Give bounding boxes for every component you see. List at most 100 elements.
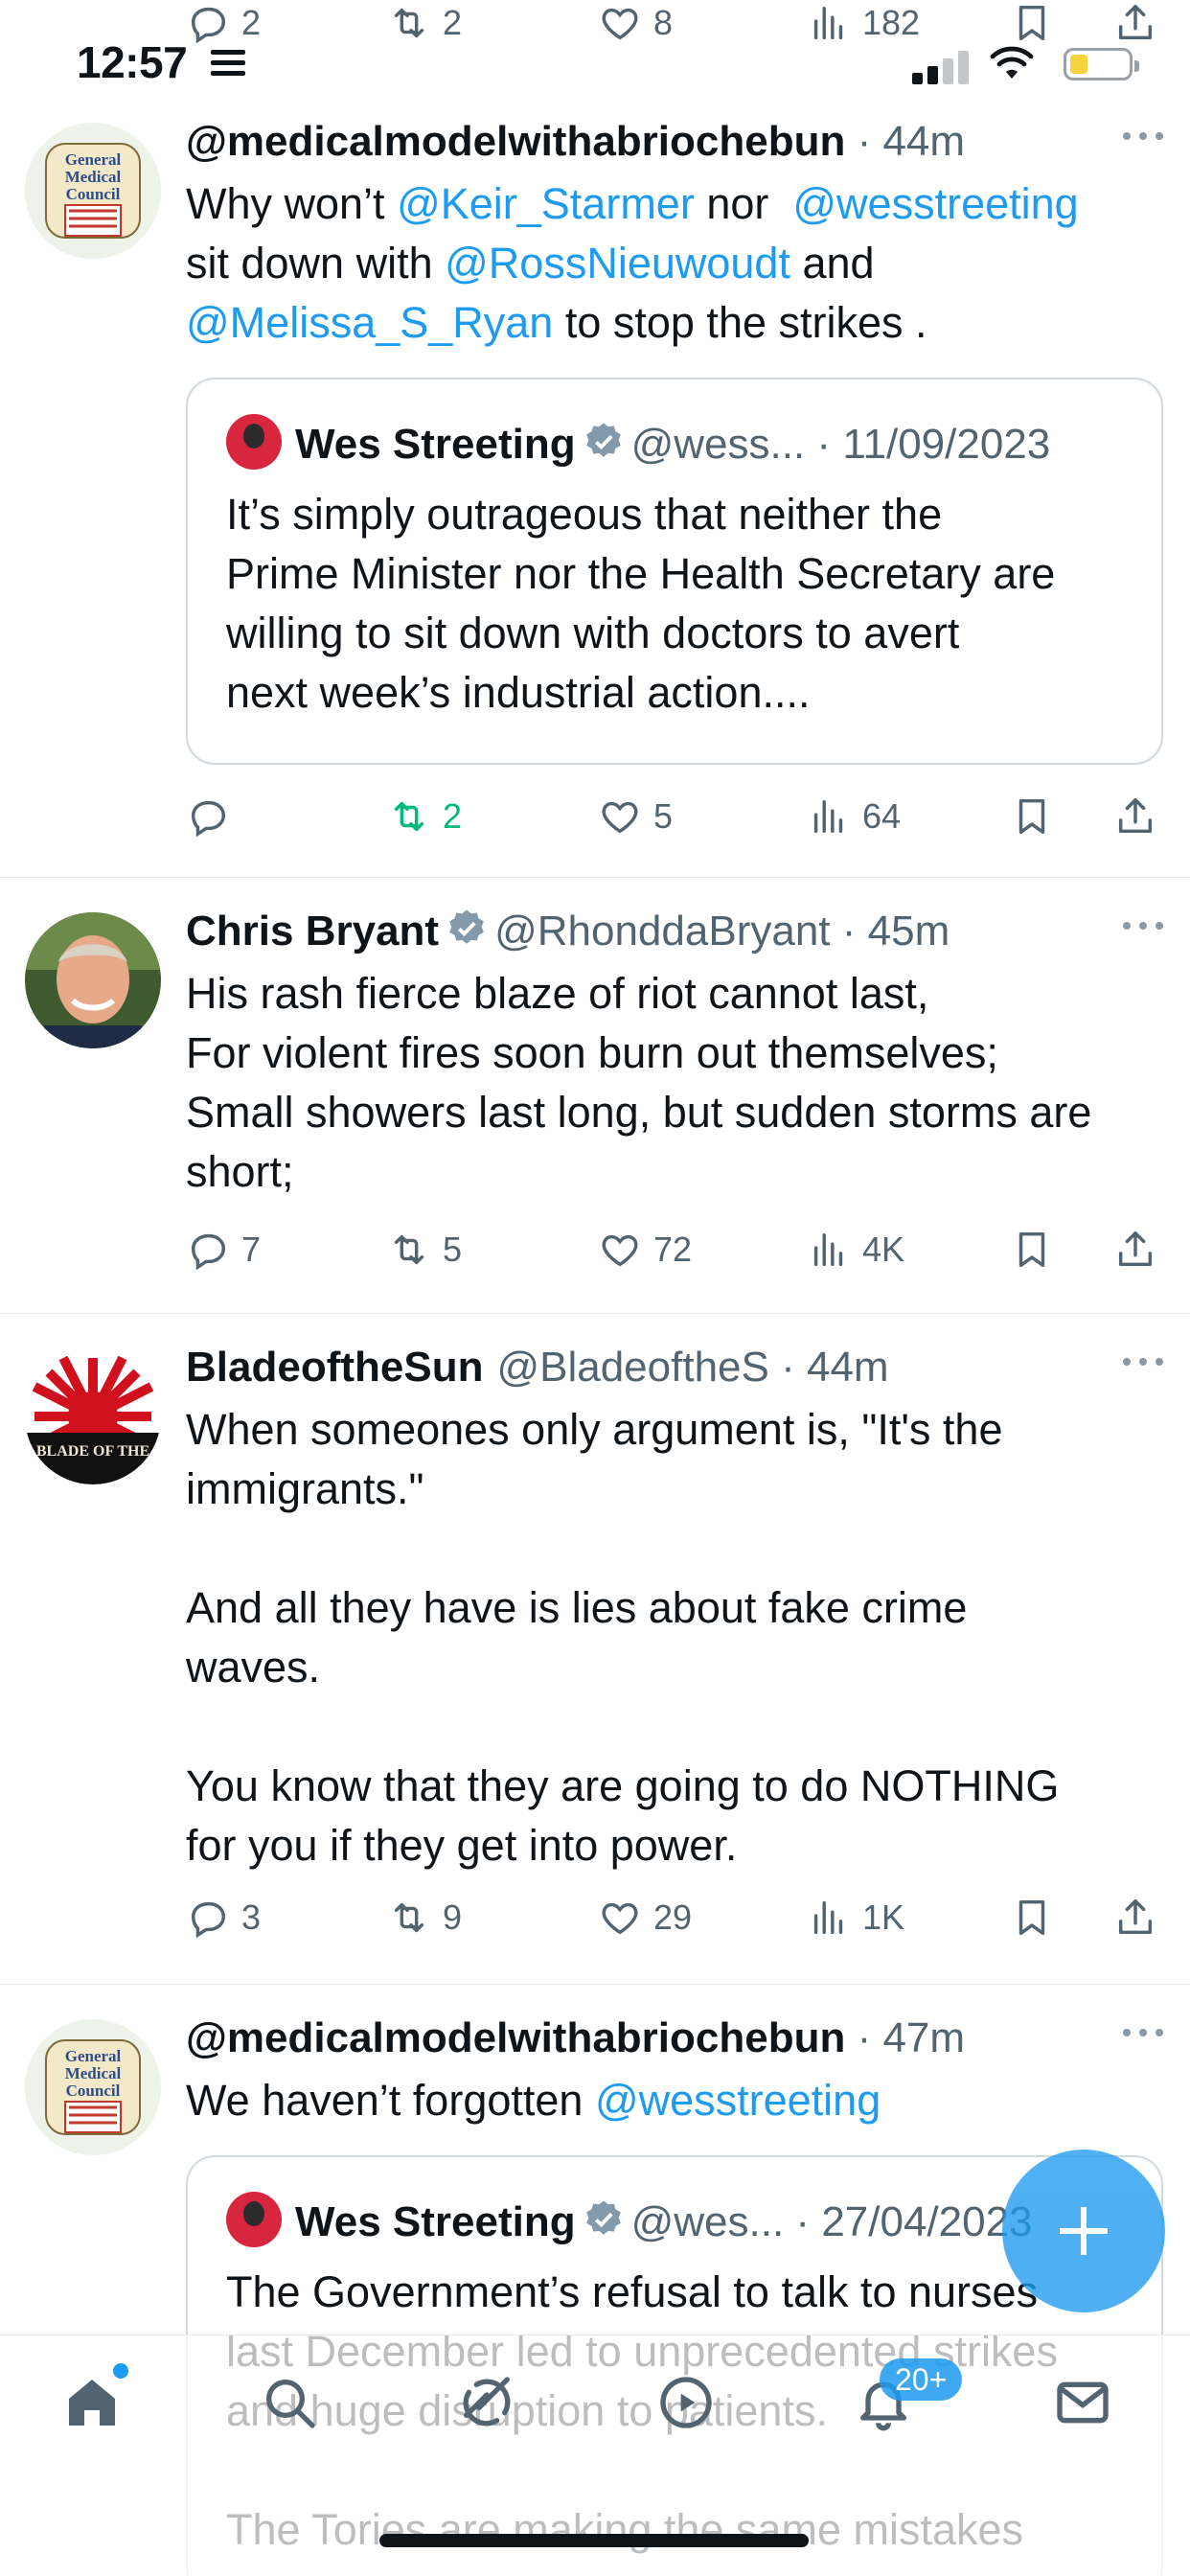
svg-text:Council: Council	[66, 2082, 121, 2100]
mention-link[interactable]: @wesstreeting	[595, 2076, 881, 2125]
rising-sun-logo: BLADE OF THE	[25, 1348, 161, 1484]
display-name[interactable]: @medicalmodelwithabriochebun	[186, 2014, 845, 2061]
svg-text:General: General	[65, 150, 122, 169]
bookmark-button[interactable]	[1010, 0, 1054, 52]
tweet-time[interactable]: 45m	[868, 908, 950, 954]
tweet-header: @medicalmodelwithabriochebun · 44m	[186, 118, 966, 165]
share-button[interactable]	[1113, 1889, 1157, 1946]
quoted-tweet-text: It’s simply outrageous that neither the …	[226, 490, 1056, 717]
like-count: 5	[653, 796, 674, 836]
more-options-button[interactable]	[1123, 1341, 1165, 1379]
reply-icon	[191, 7, 226, 44]
tweet-actions: 2 5 64	[186, 788, 1167, 845]
share-button[interactable]	[1113, 0, 1157, 52]
retweet-button[interactable]: 2	[387, 0, 462, 52]
profile-photo	[25, 912, 161, 1048]
reply-icon	[191, 800, 226, 838]
tweet-time[interactable]: 47m	[882, 2014, 965, 2061]
retweet-button[interactable]: 9	[387, 1889, 462, 1946]
heart-icon	[602, 801, 638, 834]
tab-video[interactable]	[655, 2372, 732, 2449]
more-options-button[interactable]	[1123, 115, 1165, 153]
tab-home[interactable]	[61, 2372, 138, 2449]
quoted-date: 27/04/2023	[821, 2198, 1033, 2245]
quoted-display-name: Wes Streeting	[295, 2198, 576, 2245]
mention-link[interactable]: @RossNieuwoudt	[445, 239, 790, 288]
views-button[interactable]: 64	[807, 788, 901, 845]
home-indicator[interactable]	[379, 2534, 809, 2547]
like-count: 72	[653, 1230, 693, 1269]
avatar[interactable]: General Medical Council	[25, 123, 161, 259]
like-button[interactable]: 29	[598, 1889, 692, 1946]
more-options-button[interactable]	[1123, 905, 1165, 943]
tweet-time[interactable]: 44m	[882, 118, 965, 165]
retweet-button[interactable]: 5	[387, 1221, 462, 1278]
bookmark-button[interactable]	[1010, 788, 1054, 845]
quoted-tweet[interactable]: Wes Streeting @wess... · 11/09/2023 It’s …	[186, 378, 1163, 765]
reply-button[interactable]: 7	[186, 1221, 261, 1278]
mention-link[interactable]: @Keir_Starmer	[397, 179, 695, 228]
bookmark-button[interactable]	[1010, 1889, 1054, 1946]
tab-grok[interactable]	[456, 2372, 533, 2449]
mention-link[interactable]: @Melissa_S_Ryan	[186, 298, 553, 347]
more-options-button[interactable]	[1123, 2012, 1165, 2050]
like-button[interactable]: 8	[598, 0, 673, 52]
views-icon	[813, 6, 843, 40]
avatar[interactable]: BLADE OF THE	[25, 1348, 161, 1484]
tweet-text: His rash fierce blaze of riot cannot las…	[186, 969, 1092, 1196]
retweet-count: 2	[443, 3, 463, 42]
display-name[interactable]: Chris Bryant	[186, 908, 439, 954]
svg-text:Medical: Medical	[65, 168, 122, 186]
views-count: 4K	[862, 1230, 905, 1269]
svg-text:General: General	[65, 2047, 122, 2065]
tweet[interactable]: Chris Bryant @RhonddaBryant · 45m His ras…	[0, 878, 1190, 1314]
display-name[interactable]: @medicalmodelwithabriochebun	[186, 118, 845, 165]
mention-link[interactable]: @wesstreeting	[792, 179, 1078, 228]
tweet[interactable]: General Medical Council @medicalmodelwit…	[0, 88, 1190, 878]
like-button[interactable]: 72	[598, 1221, 692, 1278]
quoted-tweet-header: Wes Streeting @wes... · 27/04/2023	[226, 2192, 1033, 2249]
svg-text:Medical: Medical	[65, 2064, 122, 2082]
quoted-avatar	[226, 414, 282, 470]
user-handle[interactable]: @RhonddaBryant	[494, 908, 830, 954]
share-button[interactable]	[1113, 1221, 1157, 1278]
avatar[interactable]: General Medical Council	[25, 2019, 161, 2155]
quoted-tweet-header: Wes Streeting @wess... · 11/09/2023	[226, 414, 1050, 472]
avatar[interactable]	[25, 912, 161, 1048]
user-handle[interactable]: @BladeoftheS	[496, 1344, 768, 1391]
previous-tweet-actions: 2 2 8 182	[0, 0, 1190, 48]
bookmark-icon	[1018, 1899, 1045, 1936]
tab-messages[interactable]	[1052, 2372, 1129, 2449]
search-icon	[266, 2380, 315, 2428]
views-button[interactable]: 182	[807, 0, 920, 52]
views-count: 1K	[862, 1898, 905, 1937]
views-icon	[813, 1232, 843, 1267]
tweet-text: We haven’t forgotten @wesstreeting	[186, 2076, 881, 2125]
compose-button[interactable]	[1002, 2150, 1165, 2312]
retweet-button[interactable]: 2	[387, 788, 462, 845]
reply-count: 7	[241, 1230, 262, 1269]
verified-badge-icon	[585, 2200, 621, 2235]
tweet-time[interactable]: 44m	[807, 1344, 889, 1391]
views-button[interactable]: 1K	[807, 1889, 904, 1946]
retweet-count: 9	[443, 1898, 463, 1937]
views-button[interactable]: 4K	[807, 1221, 904, 1278]
tweet-header: @medicalmodelwithabriochebun · 47m	[186, 2014, 966, 2061]
like-count: 8	[653, 3, 674, 42]
bookmark-icon	[1018, 798, 1045, 835]
tweet[interactable]: BLADE OF THE BladeoftheSun @BladeoftheS ·…	[0, 1314, 1190, 1985]
reply-button[interactable]: 2	[186, 0, 261, 52]
like-button[interactable]: 5	[598, 788, 673, 845]
views-icon	[813, 799, 843, 834]
tab-search[interactable]	[259, 2372, 335, 2449]
reply-button[interactable]: 3	[186, 1889, 261, 1946]
share-button[interactable]	[1113, 788, 1157, 845]
bookmark-button[interactable]	[1010, 1221, 1054, 1278]
share-icon	[1118, 1899, 1153, 1935]
display-name[interactable]: BladeoftheSun	[186, 1344, 483, 1391]
reply-button[interactable]	[186, 788, 241, 845]
notifications-badge: 20+	[880, 2358, 963, 2401]
envelope-icon	[1057, 2381, 1109, 2424]
grok-icon	[463, 2377, 511, 2426]
tweet-text: When someones only argument is, "It's th…	[186, 1405, 1060, 1870]
